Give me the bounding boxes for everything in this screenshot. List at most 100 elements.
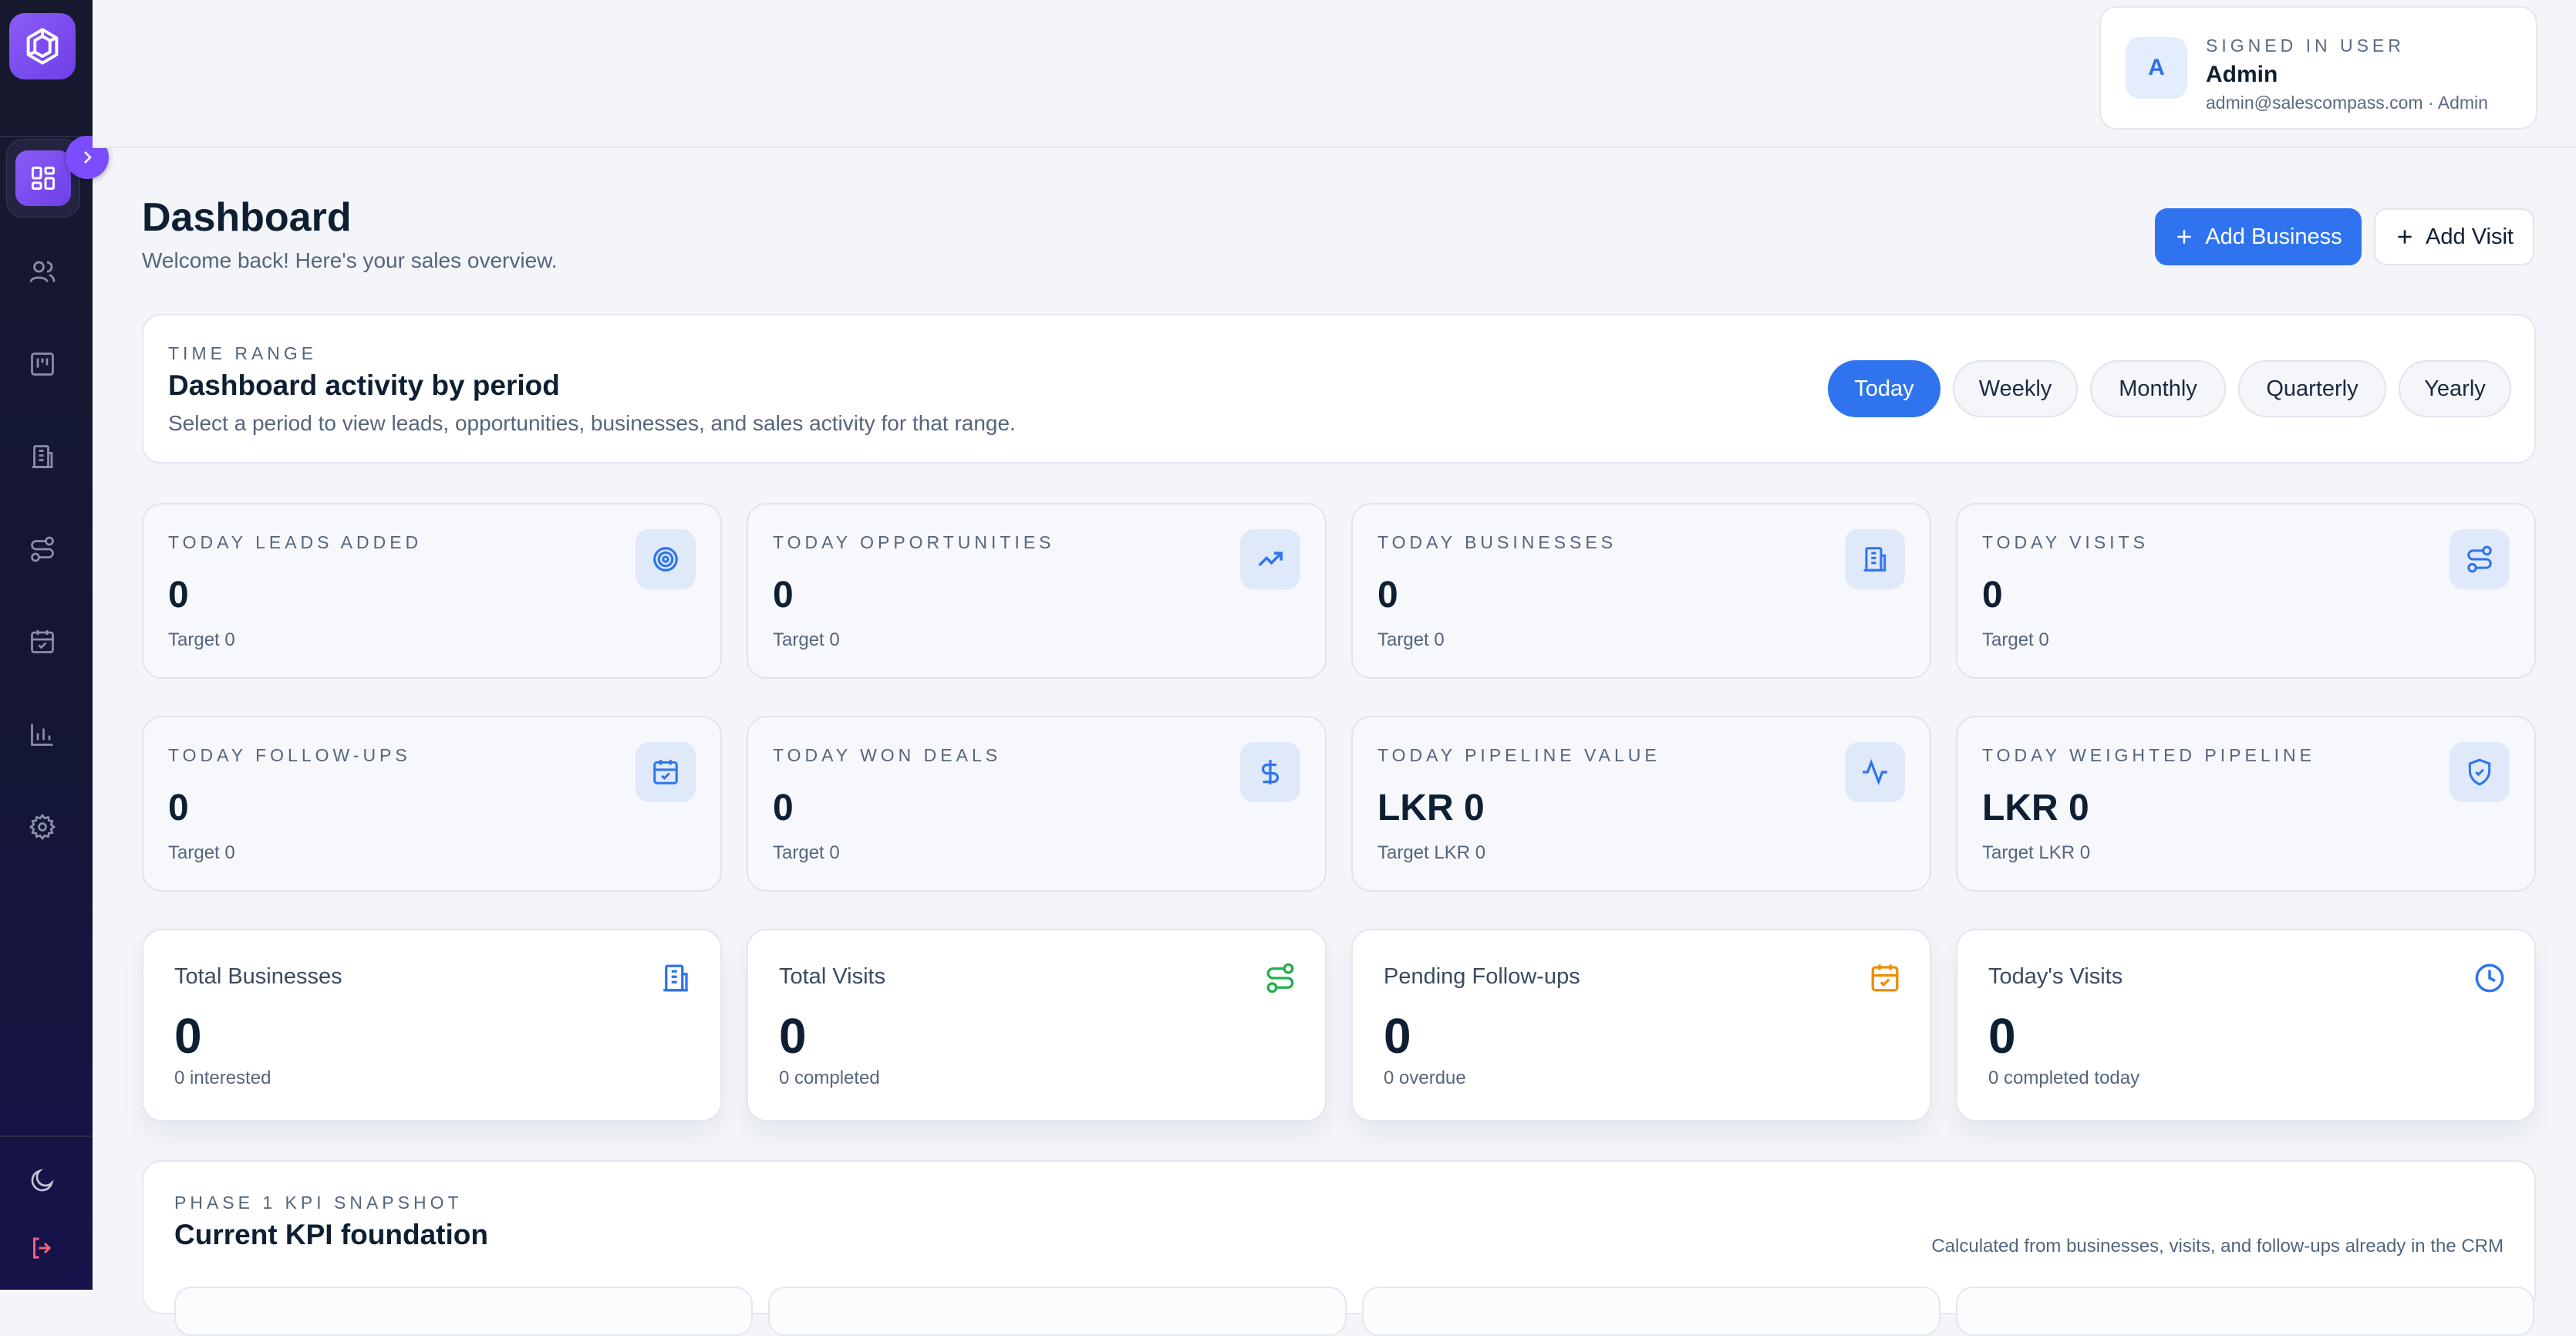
user-card[interactable]: A SIGNED IN USER Admin admin@salescompas…: [2099, 6, 2537, 130]
nav-users[interactable]: [13, 242, 72, 301]
route-icon: [31, 536, 54, 562]
kpi-card[interactable]: TODAY LEADS ADDED 0 Target 0: [142, 503, 722, 679]
add-business-label: Add Business: [2205, 224, 2342, 249]
user-meta: admin@salescompass.com · Admin: [2206, 93, 2488, 113]
trending-up-icon: [1258, 552, 1283, 567]
time-range-title: Dashboard activity by period: [168, 369, 560, 401]
kpi-icon-badge: [1240, 529, 1300, 589]
kpi-label: TODAY WEIGHTED PIPELINE: [1982, 745, 2315, 765]
sidebar-divider: [0, 1135, 93, 1137]
kpi-target: Target LKR 0: [1377, 842, 1486, 863]
range-option-quarterly[interactable]: Quarterly: [2238, 360, 2386, 417]
stat-sub: 0 completed: [779, 1068, 880, 1088]
stat-label: Total Businesses: [174, 964, 342, 989]
plus-icon: [2177, 230, 2191, 244]
page-title: Dashboard: [142, 195, 352, 240]
kpi-icon-badge: [2450, 742, 2510, 802]
nav-settings[interactable]: [13, 798, 72, 856]
top-bar: A SIGNED IN USER Admin admin@salescompas…: [93, 0, 2576, 148]
users-icon: [29, 261, 56, 282]
calendar-check-icon: [31, 630, 54, 653]
stat-sub: 0 overdue: [1384, 1068, 1466, 1088]
kpi-label: TODAY WON DEALS: [773, 745, 1002, 765]
calendar-check-icon: [653, 760, 678, 784]
range-option-weekly[interactable]: Weekly: [1953, 360, 2078, 417]
nav-businesses[interactable]: [13, 427, 72, 486]
route-icon: [2467, 545, 2492, 573]
gear-icon: [29, 813, 56, 841]
kpi-value: 0: [168, 575, 189, 616]
kpi-card[interactable]: TODAY PIPELINE VALUE LKR 0 Target LKR 0: [1351, 716, 1931, 892]
snapshot-tile: [174, 1287, 753, 1336]
stat-label: Total Visits: [779, 964, 886, 989]
range-option-today[interactable]: Today: [1828, 360, 1940, 417]
kpi-icon-badge: [1240, 742, 1300, 802]
stat-card-total-businesses[interactable]: Total Businesses 0 0 interested: [142, 929, 722, 1122]
logout-button[interactable]: [13, 1219, 72, 1277]
activity-icon: [1863, 758, 1887, 786]
kpi-label: TODAY LEADS ADDED: [168, 532, 423, 552]
kpi-icon-badge: [636, 529, 696, 589]
stat-icon: [2473, 961, 2507, 995]
time-range-subtitle: Select a period to view leads, opportuni…: [168, 411, 1016, 435]
stat-sub: 0 interested: [174, 1068, 271, 1088]
user-name: Admin: [2206, 62, 2278, 87]
stat-label: Pending Follow-ups: [1384, 964, 1580, 989]
building-icon: [32, 445, 53, 468]
calendar-check-icon: [1871, 964, 1899, 992]
kpi-card[interactable]: TODAY WON DEALS 0 Target 0: [747, 716, 1327, 892]
stat-card-todays-visits[interactable]: Today's Visits 0 0 completed today: [1956, 929, 2536, 1122]
kpi-icon-badge: [1845, 742, 1905, 802]
add-visit-button[interactable]: Add Visit: [2374, 208, 2534, 265]
stat-sub: 0 completed today: [1988, 1068, 2140, 1088]
kpi-target: Target 0: [1982, 629, 2049, 650]
stat-card-pending-followups[interactable]: Pending Follow-ups 0 0 overdue: [1351, 929, 1931, 1122]
kpi-label: TODAY BUSINESSES: [1377, 532, 1617, 552]
kpi-icon-badge: [2450, 529, 2510, 589]
kpi-card[interactable]: TODAY VISITS 0 Target 0: [1956, 503, 2536, 679]
kpi-label: TODAY OPPORTUNITIES: [773, 532, 1055, 552]
range-option-yearly[interactable]: Yearly: [2399, 360, 2511, 417]
kpi-icon-badge: [636, 742, 696, 802]
stat-label: Today's Visits: [1988, 964, 2123, 989]
nav-visits[interactable]: [13, 520, 72, 579]
avatar: A: [2126, 37, 2187, 99]
kpi-value: 0: [773, 788, 794, 828]
dollar-icon: [1262, 760, 1279, 784]
stat-value: 0: [174, 1008, 202, 1064]
kpi-target: Target 0: [168, 629, 235, 650]
sidebar: [0, 0, 109, 1290]
building-icon: [663, 964, 688, 992]
nav-followups[interactable]: [13, 612, 72, 671]
snapshot-kicker: PHASE 1 KPI SNAPSHOT: [174, 1193, 463, 1213]
snapshot-title: Current KPI foundation: [174, 1219, 488, 1250]
kpi-label: TODAY PIPELINE VALUE: [1377, 745, 1661, 765]
kpi-card[interactable]: TODAY WEIGHTED PIPELINE LKR 0 Target LKR…: [1956, 716, 2536, 892]
nav-reports[interactable]: [13, 705, 72, 764]
hexagon-logo-icon: [26, 28, 59, 65]
target-icon: [653, 547, 678, 572]
kpi-icon-badge: [1845, 529, 1905, 589]
plus-icon: [2398, 230, 2412, 244]
stat-value: 0: [1988, 1008, 2016, 1064]
kpi-target: Target 0: [773, 629, 840, 650]
theme-toggle[interactable]: [13, 1151, 72, 1209]
nav-board[interactable]: [13, 335, 72, 393]
moon-icon: [31, 1169, 54, 1192]
kpi-value: 0: [1982, 575, 2003, 616]
kpi-card[interactable]: TODAY FOLLOW-UPS 0 Target 0: [142, 716, 722, 892]
range-option-monthly[interactable]: Monthly: [2090, 360, 2226, 417]
time-range-card: TIME RANGE Dashboard activity by period …: [142, 314, 2536, 464]
add-business-button[interactable]: Add Business: [2155, 208, 2362, 265]
app-logo[interactable]: [9, 13, 76, 79]
kpi-target: Target 0: [1377, 629, 1445, 650]
kpi-label: TODAY VISITS: [1982, 532, 2149, 552]
kpi-card[interactable]: TODAY OPPORTUNITIES 0 Target 0: [747, 503, 1327, 679]
kpi-card[interactable]: TODAY BUSINESSES 0 Target 0: [1351, 503, 1931, 679]
logout-icon: [33, 1237, 52, 1259]
kpi-target: Target LKR 0: [1982, 842, 2091, 863]
add-visit-label: Add Visit: [2426, 224, 2514, 249]
stat-card-total-visits[interactable]: Total Visits 0 0 completed: [747, 929, 1327, 1122]
stat-icon: [1868, 961, 1902, 995]
stat-icon: [659, 961, 693, 995]
